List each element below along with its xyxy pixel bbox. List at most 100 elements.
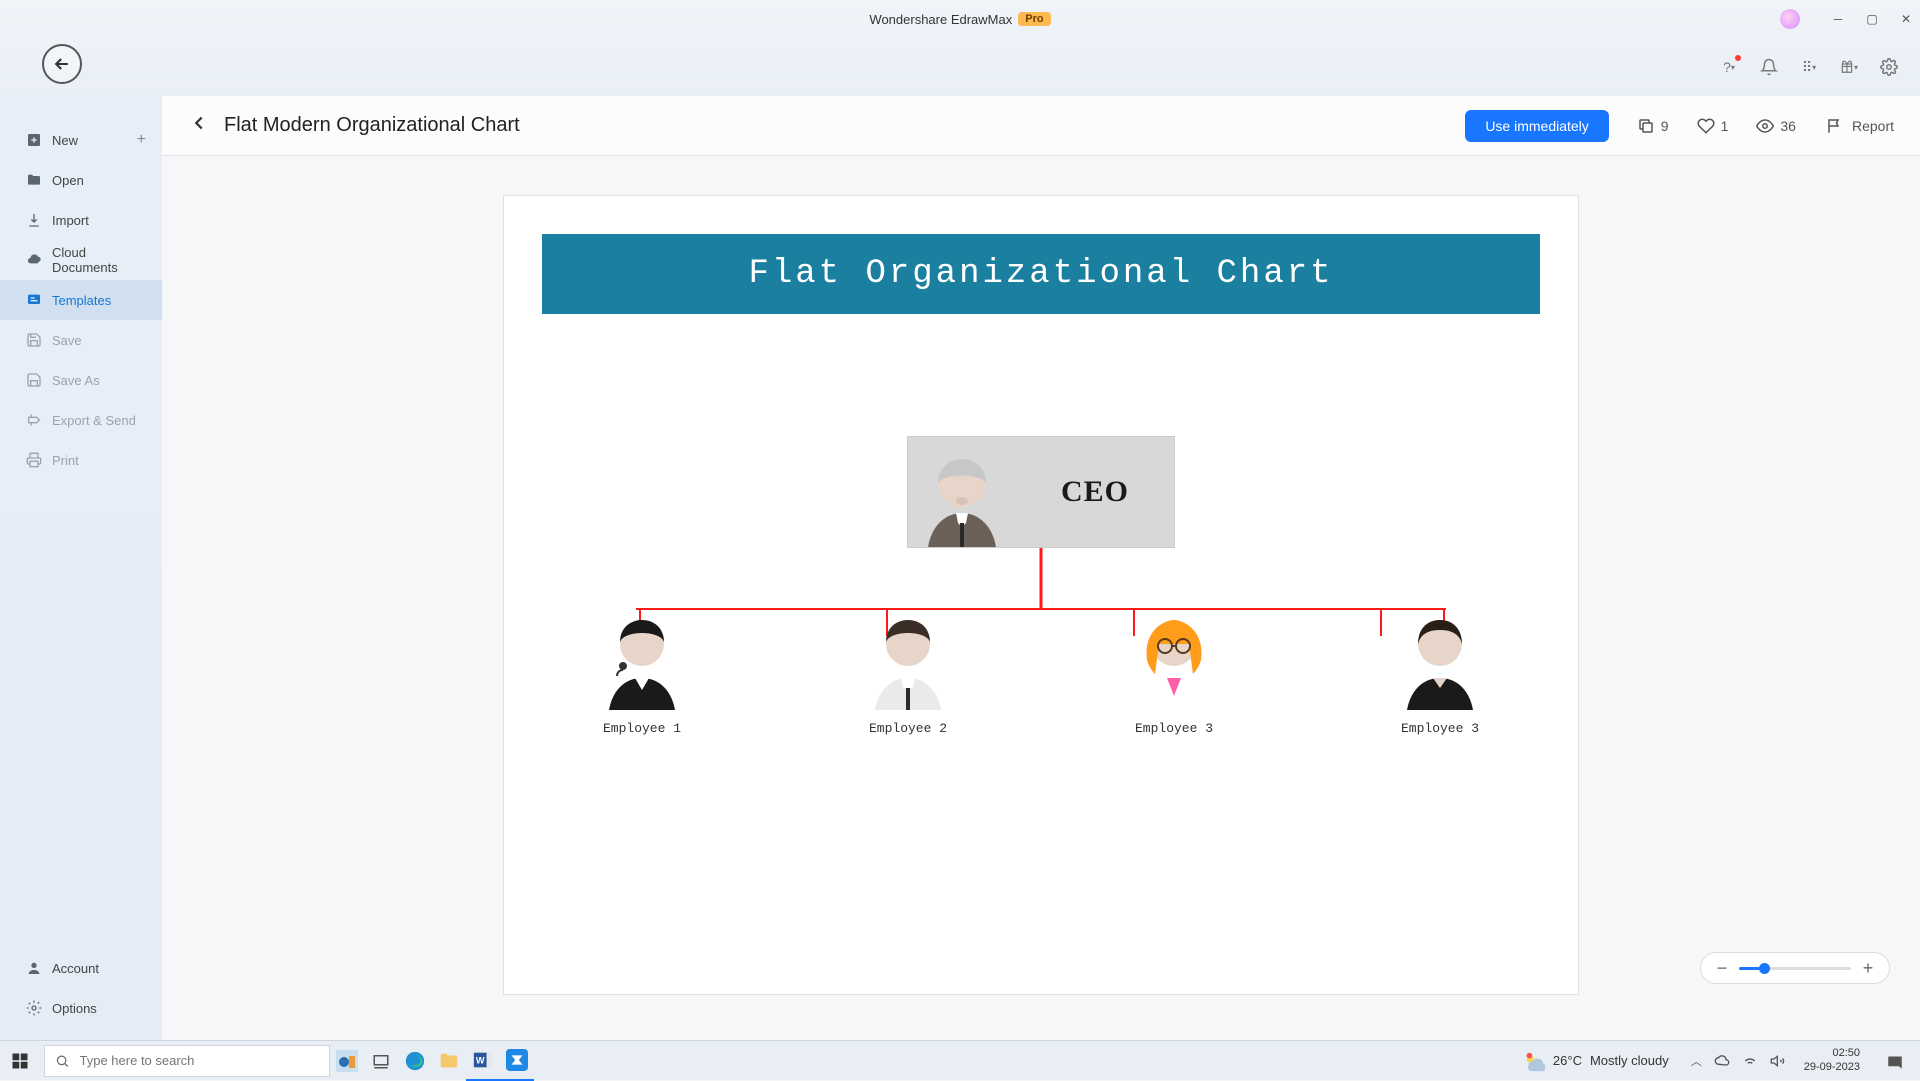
sidebar: New + Open Import Cloud Documents Templa… xyxy=(0,96,162,1040)
window-controls: ─ ▢ ✕ xyxy=(1830,0,1914,38)
page-title: Flat Modern Organizational Chart xyxy=(224,114,520,137)
sidebar-label: Open xyxy=(52,173,84,188)
sidebar-label: Options xyxy=(52,1001,97,1016)
zoom-slider[interactable] xyxy=(1739,967,1851,970)
sidebar-item-export[interactable]: Export & Send xyxy=(0,400,162,440)
app-explorer[interactable] xyxy=(432,1041,466,1081)
onedrive-icon[interactable] xyxy=(1714,1053,1730,1069)
save-icon xyxy=(26,332,42,348)
sidebar-item-save[interactable]: Save xyxy=(0,320,162,360)
app-edge[interactable] xyxy=(398,1041,432,1081)
copies-count: 9 xyxy=(1661,118,1669,134)
maximize-button[interactable]: ▢ xyxy=(1864,11,1880,27)
settings-icon[interactable] xyxy=(1880,58,1898,76)
ceo-label: CEO xyxy=(1016,437,1174,547)
ceo-node: CEO xyxy=(907,436,1175,548)
canvas-wrap: Flat Organizational Chart CEO xyxy=(162,156,1920,1040)
template-canvas: Flat Organizational Chart CEO xyxy=(504,196,1578,994)
copies-stat[interactable]: 9 xyxy=(1637,117,1669,135)
gear-icon xyxy=(26,1000,42,1016)
back-button[interactable] xyxy=(42,44,82,84)
zoom-thumb[interactable] xyxy=(1759,963,1770,974)
org-chart: CEO xyxy=(504,436,1578,548)
sidebar-label: Save As xyxy=(52,373,100,388)
folder-icon xyxy=(26,172,42,188)
sidebar-label: Cloud Documents xyxy=(52,245,146,275)
views-count: 36 xyxy=(1780,118,1796,134)
taskbar-clock[interactable]: 02:50 29-09-2023 xyxy=(1804,1047,1860,1073)
system-tray[interactable]: ︿ xyxy=(1691,1053,1786,1069)
import-icon xyxy=(26,212,42,228)
employee-label: Employee 3 xyxy=(1342,721,1538,736)
employee-portrait xyxy=(853,610,963,710)
sidebar-item-cloud[interactable]: Cloud Documents xyxy=(0,240,162,280)
zoom-out-button[interactable]: − xyxy=(1715,958,1729,979)
gift-icon[interactable]: ▾ xyxy=(1840,58,1858,76)
app-title: Wondershare EdrawMax xyxy=(869,12,1012,27)
ceo-portrait xyxy=(908,435,1016,547)
employee-node: Employee 3 xyxy=(1342,610,1538,772)
search-input[interactable] xyxy=(80,1053,319,1068)
weather-widget[interactable]: 26°C Mostly cloudy xyxy=(1523,1050,1669,1072)
windows-taskbar: W 26°C Mostly cloudy ︿ 02:50 29-09-2023 xyxy=(0,1040,1920,1080)
connector xyxy=(1040,548,1043,610)
user-avatar[interactable] xyxy=(1780,9,1800,29)
sidebar-item-account[interactable]: Account xyxy=(0,948,162,988)
main-area: Flat Modern Organizational Chart Use imm… xyxy=(162,96,1920,1040)
plus-icon[interactable]: + xyxy=(137,131,146,149)
cloud-icon xyxy=(26,252,42,268)
employee-portrait xyxy=(1119,610,1229,710)
employee-label: Employee 1 xyxy=(544,721,740,736)
sidebar-item-open[interactable]: Open xyxy=(0,160,162,200)
likes-count: 1 xyxy=(1721,118,1729,134)
user-icon xyxy=(26,960,42,976)
sidebar-item-templates[interactable]: Templates xyxy=(0,280,162,320)
bell-icon[interactable] xyxy=(1760,58,1778,76)
employee-node: Employee 3 xyxy=(1076,610,1272,772)
report-label: Report xyxy=(1852,118,1894,134)
templates-icon xyxy=(26,292,42,308)
sidebar-label: Save xyxy=(52,333,82,348)
sidebar-item-options[interactable]: Options xyxy=(0,988,162,1028)
views-stat[interactable]: 36 xyxy=(1756,117,1796,135)
export-icon xyxy=(26,412,42,428)
sidebar-item-print[interactable]: Print xyxy=(0,440,162,480)
back-chevron-button[interactable] xyxy=(188,112,210,139)
sidebar-label: New xyxy=(52,133,78,148)
taskbar-search[interactable] xyxy=(44,1045,330,1077)
likes-stat[interactable]: 1 xyxy=(1697,117,1729,135)
sidebar-label: Templates xyxy=(52,293,111,308)
sidebar-item-new[interactable]: New + xyxy=(0,120,162,160)
utility-bar: ?▾ ⠿▾ ▾ xyxy=(0,38,1920,96)
close-button[interactable]: ✕ xyxy=(1898,11,1914,27)
apps-icon[interactable]: ⠿▾ xyxy=(1800,58,1818,76)
minimize-button[interactable]: ─ xyxy=(1830,11,1846,27)
svg-text:W: W xyxy=(476,1055,485,1065)
employee-portrait xyxy=(1385,610,1495,710)
employee-label: Employee 3 xyxy=(1076,721,1272,736)
report-button[interactable]: Report xyxy=(1826,117,1894,135)
page-header: Flat Modern Organizational Chart Use imm… xyxy=(162,96,1920,156)
clock-time: 02:50 xyxy=(1804,1047,1860,1060)
zoom-control[interactable]: − + xyxy=(1700,952,1890,984)
pro-badge: Pro xyxy=(1018,12,1050,26)
zoom-in-button[interactable]: + xyxy=(1861,958,1875,979)
sidebar-item-saveas[interactable]: Save As xyxy=(0,360,162,400)
taskbar-search-highlight-icon[interactable] xyxy=(330,1041,364,1081)
app-word[interactable]: W xyxy=(466,1041,500,1081)
sidebar-item-import[interactable]: Import xyxy=(0,200,162,240)
volume-icon[interactable] xyxy=(1770,1053,1786,1069)
app-edrawmax[interactable] xyxy=(500,1041,534,1081)
weather-desc: Mostly cloudy xyxy=(1590,1053,1669,1068)
help-icon[interactable]: ?▾ xyxy=(1720,58,1738,76)
start-button[interactable] xyxy=(0,1041,40,1081)
plus-square-icon xyxy=(26,132,42,148)
notifications-icon[interactable] xyxy=(1878,1041,1912,1081)
task-view-icon[interactable] xyxy=(364,1041,398,1081)
employee-label: Employee 2 xyxy=(810,721,1006,736)
tray-chevron-icon[interactable]: ︿ xyxy=(1691,1053,1702,1069)
wifi-icon[interactable] xyxy=(1742,1053,1758,1069)
sidebar-label: Export & Send xyxy=(52,413,136,428)
employee-row: Employee 1 Employee 2 Employee 3 xyxy=(544,610,1538,772)
use-immediately-button[interactable]: Use immediately xyxy=(1465,110,1608,142)
